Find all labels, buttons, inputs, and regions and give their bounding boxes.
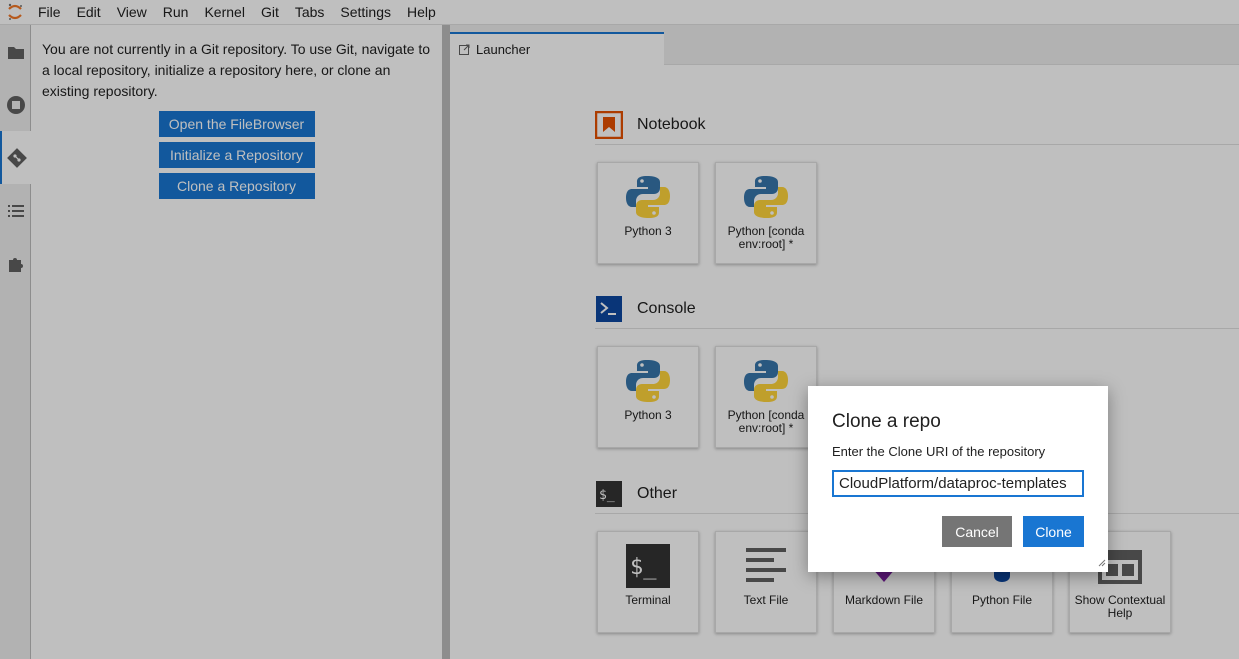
clone-button[interactable]: Clone — [1023, 516, 1084, 547]
cancel-button[interactable]: Cancel — [942, 516, 1012, 547]
dialog-prompt: Enter the Clone URI of the repository — [832, 444, 1046, 459]
resize-grip-icon[interactable] — [1098, 555, 1106, 570]
clone-uri-input[interactable] — [832, 470, 1084, 497]
dialog-title: Clone a repo — [832, 411, 941, 432]
clone-dialog: Clone a repo Enter the Clone URI of the … — [808, 386, 1108, 572]
